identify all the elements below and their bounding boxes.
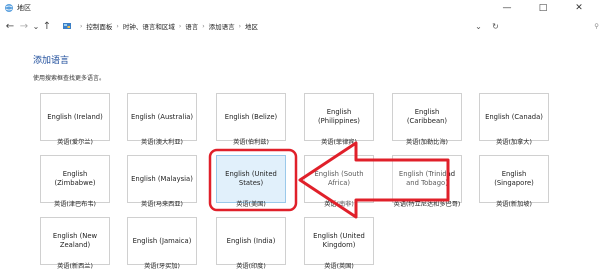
breadcrumb-control-panel[interactable]: 控制面板 <box>86 21 112 31</box>
page-subtitle: 使用搜索框查找更多语言。 <box>33 75 106 82</box>
language-tile-australia[interactable]: English (Australia) <box>127 93 197 141</box>
language-tile-india[interactable]: English (India) <box>216 217 286 265</box>
language-tile-belize[interactable]: English (Belize) <box>216 93 286 141</box>
language-caption: 英语(菲律宾) <box>321 139 357 146</box>
breadcrumb-region[interactable]: 地区 <box>245 21 258 31</box>
language-caption: 英语(特立尼达和多巴哥) <box>393 201 461 208</box>
language-caption: 英语(伯利兹) <box>233 139 269 146</box>
language-tile-singapore[interactable]: English (Singapore) <box>479 155 549 203</box>
address-bar[interactable]: › 控制面板 › 时钟、语言和区域 › 语言 › 添加语言 › 地区 <box>56 18 494 34</box>
language-tile-jamaica[interactable]: English (Jamaica) <box>127 217 197 265</box>
address-dropdown-icon[interactable]: ⌄ <box>475 22 482 31</box>
breadcrumb-clock-language-region[interactable]: 时钟、语言和区域 <box>123 21 175 31</box>
language-caption: 英语(澳大利亚) <box>141 139 183 146</box>
maximize-button[interactable]: □ <box>528 0 558 16</box>
language-tile-new-zealand[interactable]: English (New Zealand) <box>40 217 110 265</box>
minimize-button[interactable]: — <box>492 0 522 16</box>
language-tile-zimbabwe[interactable]: English (Zimbabwe) <box>40 155 110 203</box>
search-icon: ⚲ <box>594 22 599 30</box>
language-caption: 英语(印度) <box>236 263 266 270</box>
language-caption: 英语(牙买加) <box>144 263 180 270</box>
language-caption: 英语(爱尔兰) <box>57 139 93 146</box>
language-caption: 英语(加拿大) <box>496 139 532 146</box>
close-button[interactable]: ✕ <box>564 0 594 16</box>
region-globe-icon <box>5 4 13 12</box>
up-arrow-icon[interactable]: ↑ <box>40 18 54 34</box>
page-title: 添加语言 <box>33 56 70 66</box>
language-caption: 英语(加勒比海) <box>406 139 448 146</box>
language-tile-united-states[interactable]: English (United States) <box>216 155 286 203</box>
language-caption: 英语(马来西亚) <box>141 201 183 208</box>
language-tile-united-kingdom[interactable]: English (United Kingdom) <box>304 217 374 265</box>
language-tile-trinidad-tobago[interactable]: English (Trinidad and Tobago) <box>392 155 462 203</box>
language-caption: 英语(南非) <box>324 201 354 208</box>
language-tile-ireland[interactable]: English (Ireland) <box>40 93 110 141</box>
refresh-icon[interactable]: ↻ <box>492 22 499 31</box>
control-panel-icon <box>63 23 71 29</box>
language-tile-canada[interactable]: English (Canada) <box>479 93 549 141</box>
language-caption: 英语(英国) <box>324 263 354 270</box>
language-tile-caribbean[interactable]: English (Caribbean) <box>392 93 462 141</box>
language-caption: 英语(津巴布韦) <box>54 201 96 208</box>
language-caption: 英语(美国) <box>236 201 266 208</box>
navigation-bar: ← → ⌄ ↑ › 控制面板 › 时钟、语言和区域 › 语言 › 添加语言 › … <box>0 16 607 36</box>
back-arrow-icon[interactable]: ← <box>3 18 17 34</box>
language-tile-malaysia[interactable]: English (Malaysia) <box>127 155 197 203</box>
breadcrumb-language[interactable]: 语言 <box>185 21 198 31</box>
breadcrumb-add-language[interactable]: 添加语言 <box>209 21 235 31</box>
language-tile-philippines[interactable]: English (Philippines) <box>304 93 374 141</box>
window-title: 地区 <box>17 4 31 12</box>
language-caption: 英语(新西兰) <box>57 263 93 270</box>
language-tile-south-africa[interactable]: English (South Africa) <box>304 155 374 203</box>
search-input[interactable]: ⚲ <box>505 19 603 33</box>
language-caption: 英语(新加坡) <box>496 201 532 208</box>
